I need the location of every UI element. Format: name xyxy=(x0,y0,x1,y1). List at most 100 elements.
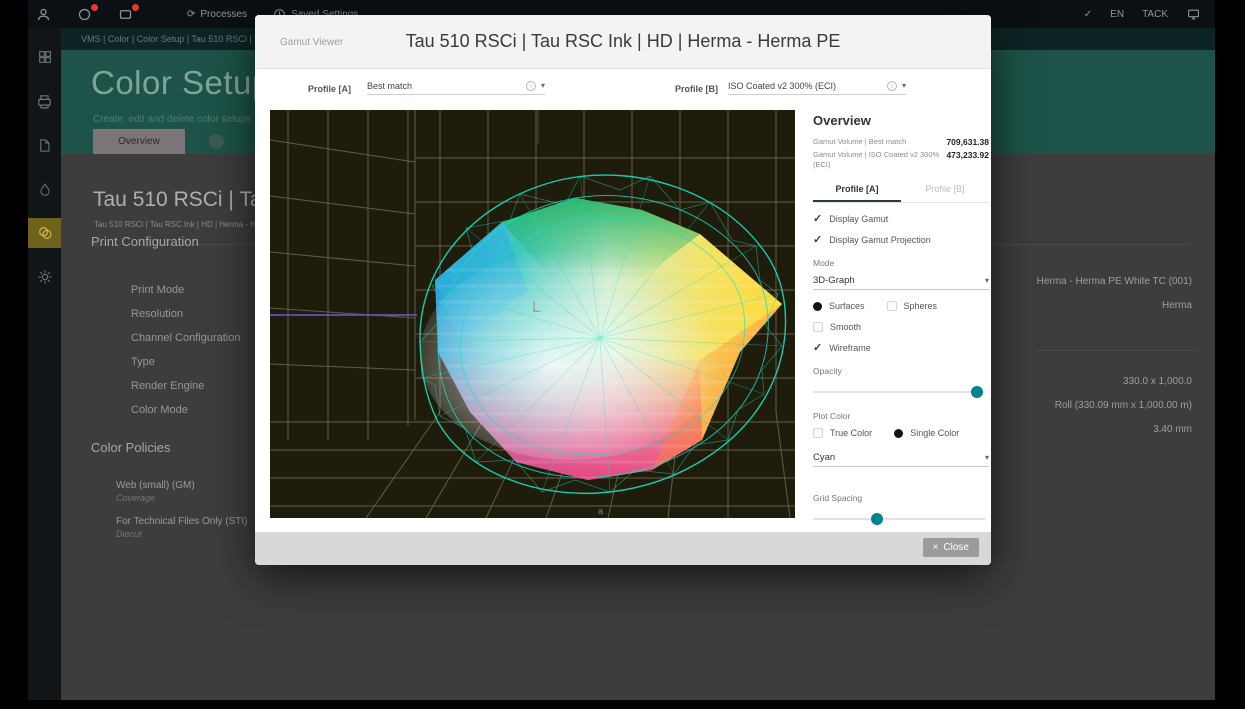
tab-profile-a[interactable]: Profile [A] xyxy=(813,179,901,202)
gamut-plot-canvas: L a xyxy=(270,110,795,518)
gamut-volume-row: Gamut Volume | ISO Coated v2 300% (ECI) … xyxy=(813,150,989,170)
tab-profile-b[interactable]: Profile [B] xyxy=(901,179,989,202)
value-dimensions: 330.0 x 1,000.0 xyxy=(1123,376,1192,387)
slider-thumb[interactable] xyxy=(871,513,883,525)
cfg-item-color-mode[interactable]: Color Mode xyxy=(131,404,188,416)
close-button[interactable]: × Close xyxy=(923,538,979,557)
radio-selected-icon xyxy=(894,429,903,438)
messages-icon[interactable] xyxy=(118,7,133,22)
chevron-down-icon: ▾ xyxy=(985,276,989,285)
info-icon[interactable]: i xyxy=(887,81,897,91)
display-gamut-checkbox[interactable]: ✓ Display Gamut xyxy=(813,214,989,224)
user-avatar-icon[interactable] xyxy=(36,7,51,22)
checkmark-icon: ✓ xyxy=(813,215,822,224)
wireframe-label: Wireframe xyxy=(829,343,871,353)
language-selector[interactable]: EN xyxy=(1110,9,1124,20)
value-roll: Roll (330.09 mm x 1,000.00 m) xyxy=(1055,400,1192,411)
refresh-icon: ⟳ xyxy=(187,9,195,20)
setup-heading-sub: Tau 510 RSCi | Tau RSC Ink | HD | Herma … xyxy=(94,220,274,229)
smooth-checkbox[interactable]: Smooth xyxy=(813,322,989,332)
setup-heading: Tau 510 RSCi | Tau xyxy=(93,188,273,212)
spheres-label: Spheres xyxy=(904,301,938,311)
profile-a-select[interactable]: Best match i ▾ xyxy=(367,77,545,95)
info-icon[interactable]: i xyxy=(526,81,536,91)
single-color-select[interactable]: Cyan ▾ xyxy=(813,448,989,467)
checkmark-icon: ✓ xyxy=(813,344,822,353)
droplet-icon xyxy=(38,182,52,197)
modal-title: Tau 510 RSCi | Tau RSC Ink | HD | Herma … xyxy=(255,31,991,52)
sidebar-item-color-setup[interactable] xyxy=(28,218,61,248)
single-color-radio[interactable]: Single Color xyxy=(894,428,959,438)
plot-color-label: Plot Color xyxy=(813,411,989,421)
chevron-down-icon: ▾ xyxy=(902,81,906,90)
display-icon[interactable] xyxy=(1186,8,1201,21)
profile-b-value: ISO Coated v2 300% (ECI) xyxy=(728,81,887,91)
gamut-controls-panel: Overview Gamut Volume | Best match 709,6… xyxy=(813,113,989,525)
file-icon xyxy=(37,138,52,153)
value-substrate-name: Herma - Herma PE White TC (001) xyxy=(1037,276,1192,287)
policy-item-sub: Diecut xyxy=(116,529,142,539)
mode-label: Mode xyxy=(813,258,989,268)
profile-a-label: Profile [A] xyxy=(308,84,351,94)
volume-label: Gamut Volume | ISO Coated v2 300% (ECI) xyxy=(813,150,940,170)
processes-button[interactable]: ⟳ Processes xyxy=(187,9,247,20)
cfg-item-resolution[interactable]: Resolution xyxy=(131,308,183,320)
policy-item[interactable]: For Technical Files Only (STI) xyxy=(116,516,248,527)
policy-item[interactable]: Web (small) (GM) xyxy=(116,480,195,491)
sidebar-item-files[interactable] xyxy=(28,130,61,160)
close-icon: × xyxy=(933,542,939,553)
user-name[interactable]: TACK xyxy=(1142,9,1168,20)
color-policies-title: Color Policies xyxy=(91,440,170,455)
chevron-down-icon: ▾ xyxy=(985,453,989,462)
color-setup-icon xyxy=(37,225,53,241)
check-icon[interactable]: ✓ xyxy=(1084,9,1092,20)
value-thickness: 3.40 mm xyxy=(1153,424,1192,435)
modal-header: Gamut Viewer Tau 510 RSCi | Tau RSC Ink … xyxy=(255,15,991,69)
smooth-label: Smooth xyxy=(830,322,861,332)
overview-title: Overview xyxy=(813,113,989,128)
gamut-volume-row: Gamut Volume | Best match 709,631.38 xyxy=(813,137,989,147)
tab-overview[interactable]: Overview xyxy=(93,129,185,154)
display-gamut-projection-checkbox[interactable]: ✓ Display Gamut Projection xyxy=(813,235,989,245)
opacity-slider[interactable] xyxy=(813,386,989,398)
radio-unselected-icon xyxy=(887,301,897,311)
grid-spacing-slider[interactable] xyxy=(813,513,989,525)
surfaces-radio[interactable]: Surfaces xyxy=(813,301,865,311)
profile-b-select[interactable]: ISO Coated v2 300% (ECI) i ▾ xyxy=(728,77,906,95)
single-color-label: Single Color xyxy=(910,428,959,438)
gamut-3d-plot[interactable]: L a xyxy=(270,110,795,518)
print-configuration-title: Print Configuration xyxy=(91,234,199,249)
gear-icon xyxy=(37,269,53,285)
sidebar-item-printers[interactable] xyxy=(28,86,61,116)
cfg-item-type[interactable]: Type xyxy=(131,356,155,368)
cfg-item-print-mode[interactable]: Print Mode xyxy=(131,284,184,296)
help-circle-icon[interactable] xyxy=(209,134,224,149)
mode-value: 3D-Graph xyxy=(813,275,985,286)
slider-thumb[interactable] xyxy=(971,386,983,398)
sidebar-item-ink[interactable] xyxy=(28,174,61,204)
page-title: Color Setup xyxy=(91,64,271,102)
policy-item-sub: Coverage xyxy=(116,493,155,503)
sidebar-item-jobs[interactable] xyxy=(28,42,61,72)
spheres-radio[interactable]: Spheres xyxy=(887,301,938,311)
opacity-label: Opacity xyxy=(813,366,989,376)
printer-icon xyxy=(36,93,53,110)
mode-select[interactable]: 3D-Graph ▾ xyxy=(813,271,989,290)
grid-icon xyxy=(37,49,53,65)
volume-value: 709,631.38 xyxy=(946,137,989,147)
chevron-down-icon: ▾ xyxy=(541,81,545,90)
single-color-value: Cyan xyxy=(813,452,985,463)
value-substrate-vendor: Herma xyxy=(1162,300,1192,311)
true-color-label: True Color xyxy=(830,428,872,438)
cfg-item-render-engine[interactable]: Render Engine xyxy=(131,380,204,392)
close-label: Close xyxy=(943,542,969,553)
sidebar-item-settings[interactable] xyxy=(28,262,61,292)
processes-label: Processes xyxy=(200,9,247,20)
notifications-icon[interactable] xyxy=(77,7,92,22)
true-color-radio[interactable]: True Color xyxy=(813,428,872,438)
divider xyxy=(1035,350,1195,351)
sidebar xyxy=(28,28,61,700)
axis-label-l: L xyxy=(532,299,541,316)
wireframe-checkbox[interactable]: ✓ Wireframe xyxy=(813,343,989,353)
cfg-item-channel-configuration[interactable]: Channel Configuration xyxy=(131,332,240,344)
